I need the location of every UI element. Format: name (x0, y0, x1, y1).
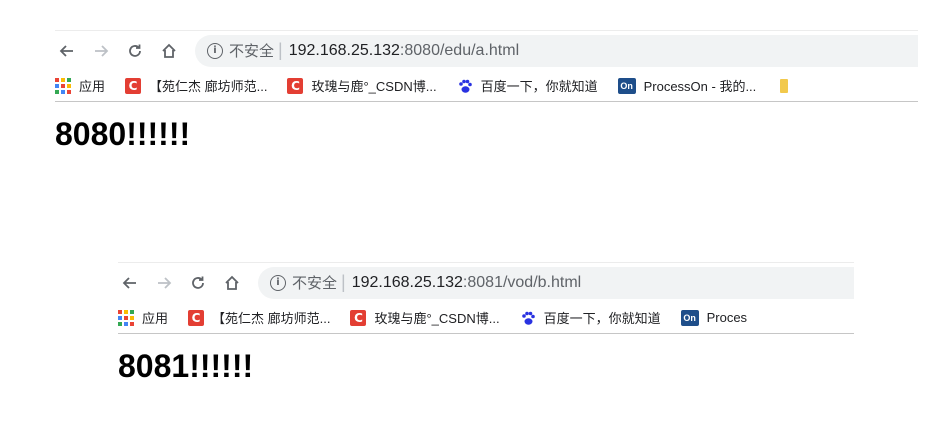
forward-button[interactable] (89, 39, 113, 63)
info-icon[interactable]: i (207, 42, 223, 59)
url-path[interactable]: :8080/edu/a.html (400, 42, 519, 60)
address-separator: | (341, 272, 346, 292)
bookmark-csdn-meigui[interactable]: C 玫瑰与鹿°_CSDN博... (287, 76, 437, 95)
csdn-icon: C (350, 309, 367, 326)
apps-icon (118, 309, 134, 326)
bookmark-processon[interactable]: On Proces (680, 309, 748, 326)
reload-button[interactable] (186, 271, 210, 295)
address-bar[interactable]: i 不安全 | 192.168.25.132:8081/vod/b.html (258, 266, 854, 299)
bookmark-label: Proces (706, 310, 748, 325)
bookmark-label: ProcessOn - 我的... (643, 79, 757, 94)
home-button[interactable] (220, 271, 244, 295)
back-button[interactable] (55, 39, 79, 63)
reload-button[interactable] (123, 39, 147, 63)
browser-window-8081: i 不安全 | 192.168.25.132:8081/vod/b.html 应… (118, 262, 854, 427)
home-icon (225, 275, 239, 290)
security-label[interactable]: 不安全 (292, 272, 337, 293)
bookmark-processon[interactable]: On ProcessOn - 我的... (617, 76, 757, 95)
bookmark-folder[interactable] (776, 78, 800, 94)
bookmark-label: 百度一下，你就知道 (543, 311, 661, 326)
bookmark-label: 百度一下，你就知道 (480, 79, 598, 94)
bookmark-label: 玫瑰与鹿°_CSDN博... (374, 311, 500, 326)
home-icon (162, 43, 176, 58)
baidu-paw-icon (520, 310, 536, 326)
bookmark-baidu[interactable]: 百度一下，你就知道 (520, 308, 661, 327)
bookmarks-bar: 应用 C 【苑仁杰 廊坊师范... C 玫瑰与鹿°_CSDN博... 百度一下，… (55, 70, 918, 102)
bookmark-label: 应用 (142, 311, 169, 326)
reload-icon (129, 44, 141, 57)
page-heading: 8080!!!!!! (55, 116, 191, 152)
url-host[interactable]: 192.168.25.132 (289, 42, 400, 60)
bookmark-csdn-yuanrenjie[interactable]: C 【苑仁杰 廊坊师范... (125, 76, 267, 95)
forward-button[interactable] (152, 271, 176, 295)
back-arrow-icon (122, 276, 136, 289)
home-button[interactable] (157, 39, 181, 63)
back-button[interactable] (118, 271, 142, 295)
bookmark-csdn-yuanrenjie[interactable]: C 【苑仁杰 廊坊师范... (188, 308, 330, 327)
forward-arrow-icon (158, 276, 172, 289)
csdn-icon: C (287, 77, 304, 94)
apps-icon (55, 77, 71, 94)
bookmark-label: 应用 (79, 79, 106, 94)
bookmark-label: 【苑仁杰 廊坊师范... (149, 79, 268, 94)
bookmark-apps[interactable]: 应用 (118, 308, 168, 327)
page-heading: 8081!!!!!! (118, 348, 254, 384)
bookmark-csdn-meigui[interactable]: C 玫瑰与鹿°_CSDN博... (350, 308, 500, 327)
bookmark-label: 【苑仁杰 廊坊师范... (212, 311, 331, 326)
baidu-paw-icon (457, 78, 473, 94)
address-separator: | (278, 40, 283, 60)
folder-icon (776, 78, 792, 94)
browser-window-8080: i 不安全 | 192.168.25.132:8080/edu/a.html 应… (55, 30, 918, 200)
url-host[interactable]: 192.168.25.132 (352, 274, 463, 292)
security-label[interactable]: 不安全 (229, 40, 274, 61)
csdn-icon: C (125, 77, 142, 94)
bookmark-baidu[interactable]: 百度一下，你就知道 (457, 76, 598, 95)
back-arrow-icon (59, 44, 73, 57)
processon-icon: On (680, 309, 699, 326)
url-path[interactable]: :8081/vod/b.html (463, 274, 581, 292)
forward-arrow-icon (95, 44, 109, 57)
browser-toolbar: i 不安全 | 192.168.25.132:8080/edu/a.html (55, 30, 918, 70)
address-bar[interactable]: i 不安全 | 192.168.25.132:8080/edu/a.html (195, 34, 918, 67)
csdn-icon: C (188, 309, 205, 326)
bookmark-apps[interactable]: 应用 (55, 76, 105, 95)
reload-icon (192, 276, 204, 289)
browser-toolbar: i 不安全 | 192.168.25.132:8081/vod/b.html (118, 262, 854, 302)
processon-icon: On (617, 77, 636, 94)
bookmark-label: 玫瑰与鹿°_CSDN博... (311, 79, 437, 94)
bookmarks-bar: 应用 C 【苑仁杰 廊坊师范... C 玫瑰与鹿°_CSDN博... 百度一下，… (118, 302, 854, 334)
info-icon[interactable]: i (270, 274, 286, 291)
